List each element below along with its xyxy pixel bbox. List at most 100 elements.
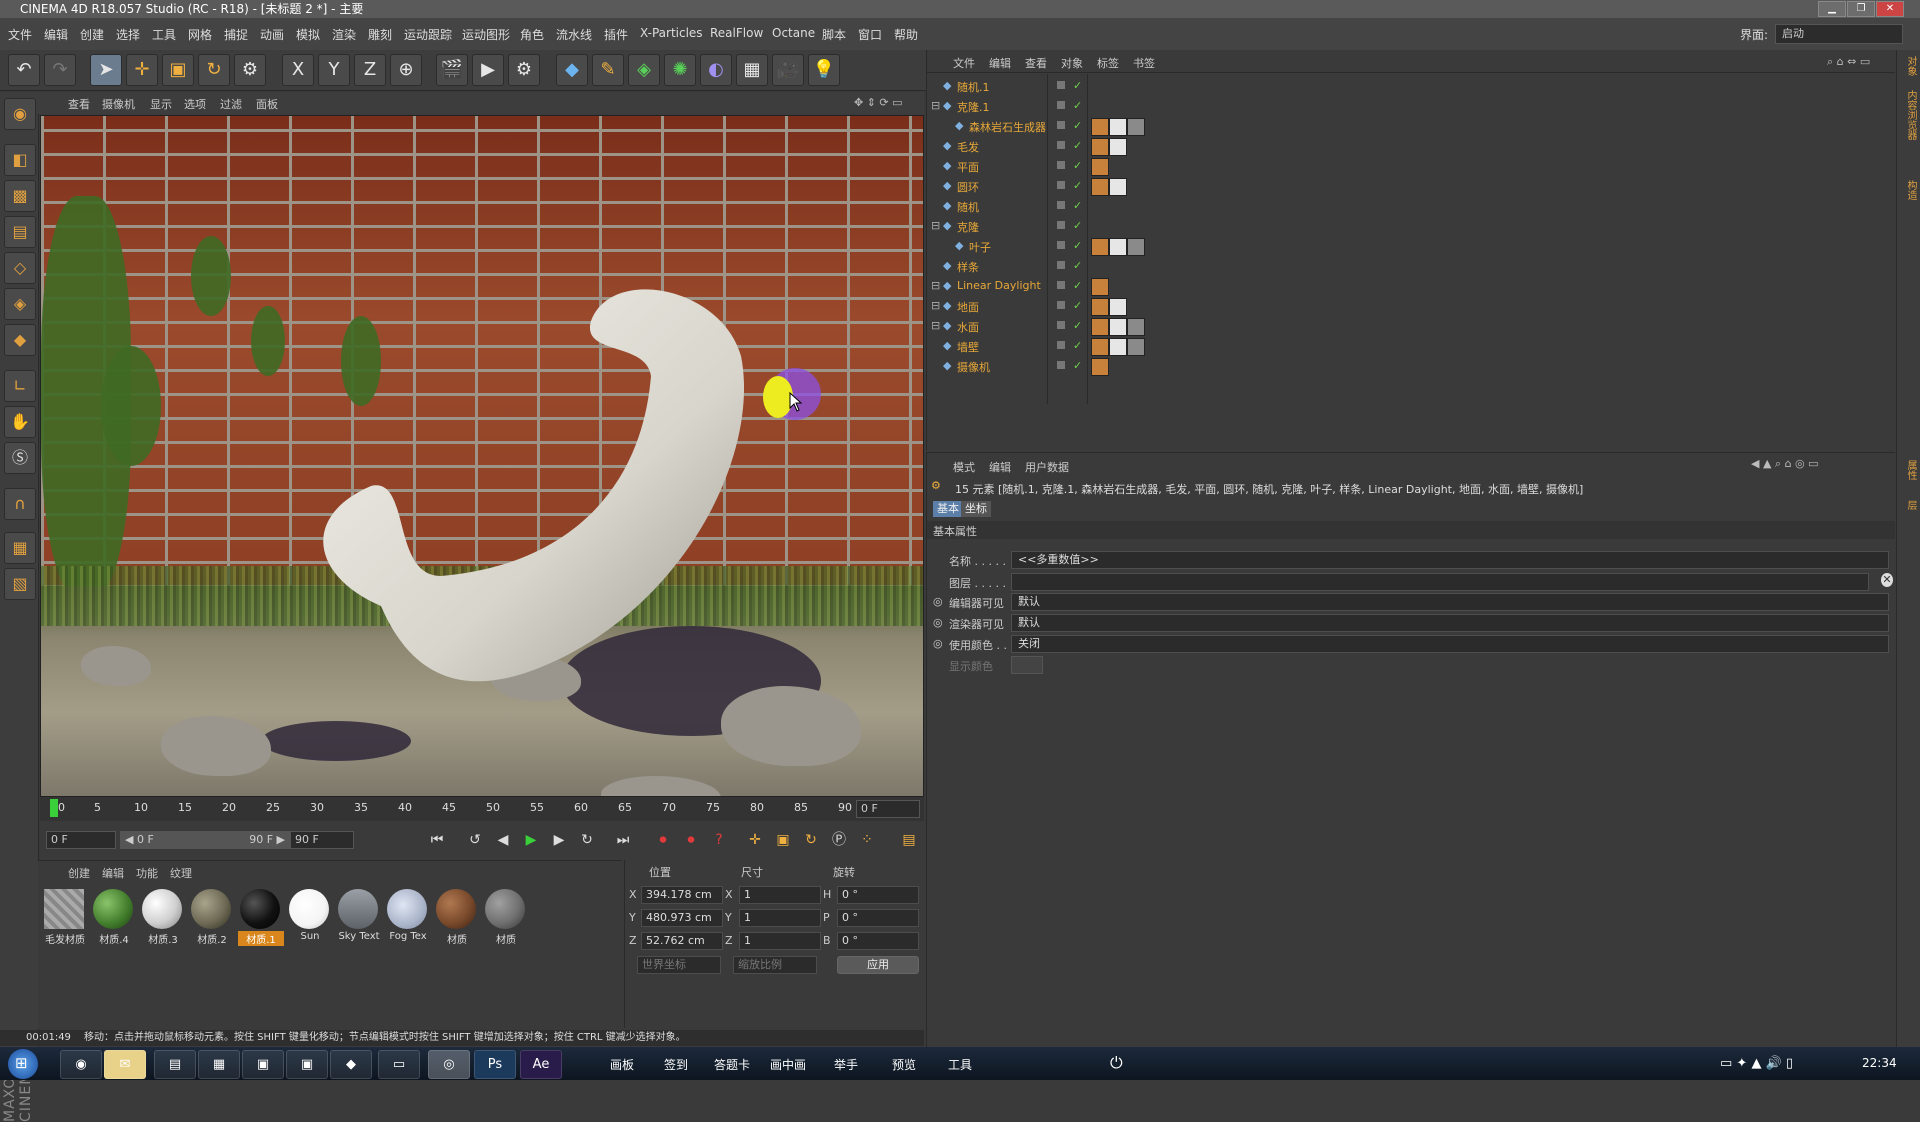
menu-octane[interactable]: Octane (772, 26, 815, 40)
om-menu-bookmarks[interactable]: 书签 (1133, 55, 1155, 71)
object-name[interactable]: 圆环 (957, 179, 979, 195)
layer-field[interactable] (1011, 573, 1869, 591)
rot-p-field[interactable]: 0 ° (837, 909, 919, 927)
taskbar-app-photoshop[interactable]: Ps (474, 1050, 516, 1079)
viewport-menu-view[interactable]: 查看 (68, 96, 90, 112)
minimize-button[interactable]: ▁ (1818, 1, 1846, 17)
object-name[interactable]: Linear Daylight (957, 279, 1041, 292)
current-frame-field[interactable]: 0 F (856, 800, 920, 818)
axis-mode-button[interactable]: ∟ (4, 370, 36, 402)
object-row[interactable]: ◆ 叶子 ✓ (927, 236, 1895, 256)
menu-sculpt[interactable]: 雕刻 (368, 26, 392, 43)
menu-plugins[interactable]: 插件 (604, 26, 628, 43)
visibility-dots[interactable] (1057, 101, 1065, 109)
taskbar-app-aftereffects[interactable]: Ae (520, 1050, 562, 1079)
viewport-menu-filter[interactable]: 过滤 (220, 96, 242, 112)
material-swatch[interactable]: 材质.3 (140, 889, 184, 949)
object-row[interactable]: ⊟ ◆ 水面 ✓ (927, 316, 1895, 336)
object-name[interactable]: 摄像机 (957, 359, 990, 375)
enabled-check-icon[interactable]: ✓ (1073, 139, 1082, 152)
material-menu-edit[interactable]: 编辑 (102, 865, 124, 881)
expand-toggle-icon[interactable]: ⊟ (931, 299, 940, 312)
material-tag-icon[interactable] (1091, 338, 1109, 356)
material-swatch[interactable]: Fog Tex (385, 889, 429, 949)
expand-toggle-icon[interactable]: ⊟ (931, 219, 940, 232)
om-menu-file[interactable]: 文件 (953, 55, 975, 71)
light-button[interactable]: 💡 (808, 54, 840, 86)
taskbar-app[interactable]: ▣ (286, 1050, 328, 1079)
object-row[interactable]: ◆ 样条 ✓ (927, 256, 1895, 276)
enabled-check-icon[interactable]: ✓ (1073, 239, 1082, 252)
visibility-dots[interactable] (1057, 181, 1065, 189)
object-name[interactable]: 随机.1 (957, 79, 990, 95)
object-name[interactable]: 平面 (957, 159, 979, 175)
object-name[interactable]: 克隆 (957, 219, 979, 235)
playhead[interactable] (50, 799, 58, 817)
taskbar-app[interactable]: ▣ (242, 1050, 284, 1079)
object-row[interactable]: ◆ 随机.1 ✓ (927, 76, 1895, 96)
material-tag-icon[interactable] (1127, 118, 1145, 136)
size-z-field[interactable]: 1 (739, 932, 821, 950)
object-row[interactable]: ◆ 森林岩石生成器 ✓ (927, 116, 1895, 136)
object-name[interactable]: 地面 (957, 299, 979, 315)
size-x-field[interactable]: 1 (739, 886, 821, 904)
taskbar-item[interactable]: 签到 (664, 1056, 688, 1073)
visibility-dots[interactable] (1057, 221, 1065, 229)
menu-simulate[interactable]: 模拟 (296, 26, 320, 43)
menu-realflow[interactable]: RealFlow (710, 26, 763, 40)
coord-system-button[interactable]: ⊕ (390, 54, 422, 86)
material-tag-icon[interactable] (1127, 338, 1145, 356)
enabled-check-icon[interactable]: ✓ (1073, 299, 1082, 312)
menu-window[interactable]: 窗口 (858, 26, 882, 43)
menu-pipeline[interactable]: 流水线 (556, 26, 592, 43)
material-swatch[interactable]: 材质.4 (91, 889, 135, 949)
menu-mesh[interactable]: 网格 (188, 26, 212, 43)
enabled-check-icon[interactable]: ✓ (1073, 199, 1082, 212)
tab-basic[interactable]: 基本 (933, 501, 963, 517)
display-color-swatch[interactable] (1011, 656, 1043, 674)
menu-create[interactable]: 创建 (80, 26, 104, 43)
point-mode-button[interactable]: ◇ (4, 252, 36, 284)
scale-tool-button[interactable]: ▣ (162, 54, 194, 86)
material-tag-icon[interactable] (1091, 298, 1109, 316)
material-tag-icon[interactable] (1109, 118, 1127, 136)
object-row[interactable]: ⊟ ◆ 克隆.1 ✓ (927, 96, 1895, 116)
object-name[interactable]: 样条 (957, 259, 979, 275)
object-name[interactable]: 水面 (957, 319, 979, 335)
object-row[interactable]: ◆ 平面 ✓ (927, 156, 1895, 176)
taskbar-item[interactable]: 答题卡 (714, 1056, 750, 1073)
right-tab-attributes[interactable]: 属性 (1900, 460, 1918, 480)
layer-clear-icon[interactable]: ✕ (1881, 573, 1893, 587)
magnet-button[interactable]: ∩ (4, 488, 36, 520)
menu-select[interactable]: 选择 (116, 26, 140, 43)
editor-visible-select[interactable]: 默认 (1011, 593, 1889, 611)
workplane-lock-button[interactable]: ▦ (4, 532, 36, 564)
autokey-button[interactable]: ⏺ (680, 829, 702, 851)
enabled-check-icon[interactable]: ✓ (1073, 359, 1082, 372)
om-menu-view[interactable]: 查看 (1025, 55, 1047, 71)
material-tag-icon[interactable] (1091, 138, 1109, 156)
object-name[interactable]: 叶子 (969, 239, 991, 255)
taskbar-app[interactable]: ◆ (330, 1050, 372, 1079)
viewport-menu-camera[interactable]: 摄像机 (102, 96, 135, 112)
make-editable-button[interactable]: ◉ (4, 98, 36, 130)
object-row[interactable]: ⊟ ◆ Linear Daylight ✓ (927, 276, 1895, 296)
expand-toggle-icon[interactable]: ⊟ (931, 319, 940, 332)
material-swatch[interactable]: 材质 (434, 889, 478, 949)
material-tag-icon[interactable] (1109, 318, 1127, 336)
object-name[interactable]: 森林岩石生成器 (969, 119, 1046, 135)
rot-h-field[interactable]: 0 ° (837, 886, 919, 904)
material-tag-icon[interactable] (1091, 358, 1109, 376)
radio-icon[interactable]: ◎ (933, 616, 943, 629)
tweak-mode-button[interactable]: ✋ (4, 406, 36, 438)
z-axis-button[interactable]: Z (354, 54, 386, 86)
timeline-ruler[interactable]: 0 5 10 15 20 25 30 35 40 45 50 55 60 65 … (40, 797, 924, 821)
material-menu-function[interactable]: 功能 (136, 865, 158, 881)
om-menu-tags[interactable]: 标签 (1097, 55, 1119, 71)
enabled-check-icon[interactable]: ✓ (1073, 159, 1082, 172)
material-swatch[interactable]: Sun (287, 889, 331, 949)
menu-mograph[interactable]: 运动图形 (462, 26, 510, 43)
menu-x-particles[interactable]: X-Particles (640, 26, 703, 40)
material-tag-icon[interactable] (1091, 158, 1109, 176)
enabled-check-icon[interactable]: ✓ (1073, 79, 1082, 92)
